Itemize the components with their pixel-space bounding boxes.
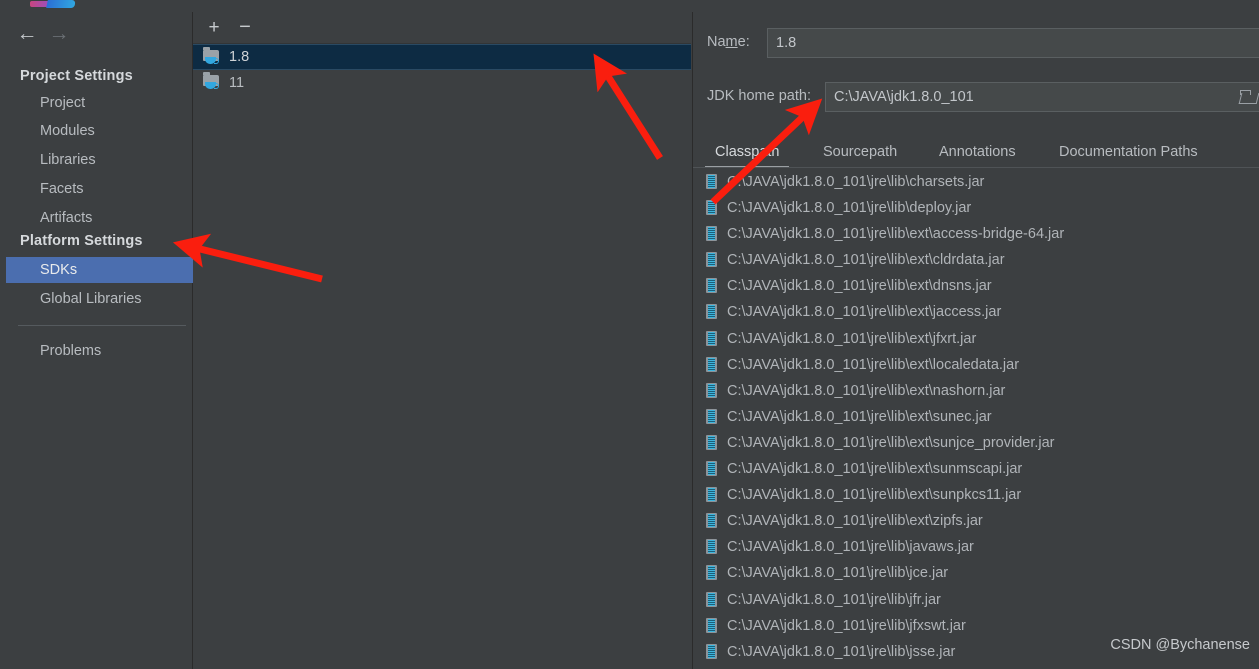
sidebar-item-global-libraries[interactable]: Global Libraries bbox=[6, 286, 192, 312]
list-item[interactable]: C:\JAVA\jdk1.8.0_101\jre\lib\deploy.jar bbox=[693, 195, 1259, 221]
detail-tabs: Classpath Sourcepath Annotations Documen… bbox=[693, 138, 1259, 168]
sidebar-navigation-bar: ← → bbox=[6, 12, 192, 54]
list-item[interactable]: C:\JAVA\jdk1.8.0_101\jre\lib\ext\zipfs.j… bbox=[693, 508, 1259, 534]
sidebar-item-modules[interactable]: Modules bbox=[6, 118, 192, 144]
jar-file-icon bbox=[706, 357, 717, 372]
list-item[interactable]: C:\JAVA\jdk1.8.0_101\jre\lib\jfxswt.jar bbox=[693, 613, 1259, 639]
tab-sourcepath[interactable]: Sourcepath bbox=[823, 138, 897, 168]
sidebar-item-artifacts[interactable]: Artifacts bbox=[6, 205, 192, 231]
back-arrow-icon[interactable]: ← bbox=[14, 24, 40, 46]
sidebar-item-libraries[interactable]: Libraries bbox=[6, 147, 192, 173]
jar-file-icon bbox=[706, 539, 717, 554]
forward-arrow-icon[interactable]: → bbox=[46, 24, 72, 46]
jar-file-icon bbox=[706, 565, 717, 580]
sidebar-group-project-settings: Project Settings bbox=[20, 68, 133, 84]
sidebar-item-project[interactable]: Project bbox=[6, 90, 192, 116]
sidebar-divider bbox=[18, 325, 186, 326]
remove-sdk-button[interactable]: − bbox=[234, 18, 256, 38]
sidebar-item-facets[interactable]: Facets bbox=[6, 176, 192, 202]
jar-file-icon bbox=[706, 513, 717, 528]
tab-annotations[interactable]: Annotations bbox=[939, 138, 1016, 168]
sdk-list-panel: + − 1.8 11 bbox=[193, 12, 691, 669]
jar-file-icon bbox=[706, 409, 717, 424]
jar-file-icon bbox=[706, 618, 717, 633]
jar-file-icon bbox=[706, 331, 717, 346]
list-item[interactable]: C:\JAVA\jdk1.8.0_101\jre\lib\ext\jfxrt.j… bbox=[693, 326, 1259, 352]
sdk-list-item-11[interactable]: 11 bbox=[193, 70, 691, 96]
sdk-detail-panel: Name: 1.8 JDK home path: C:\JAVA\jdk1.8.… bbox=[692, 12, 1259, 669]
list-item[interactable]: C:\JAVA\jdk1.8.0_101\jre\lib\ext\sunpkcs… bbox=[693, 482, 1259, 508]
jar-file-icon bbox=[706, 174, 717, 189]
jar-file-icon bbox=[706, 200, 717, 215]
jar-file-icon bbox=[706, 435, 717, 450]
sidebar-item-problems[interactable]: Problems bbox=[6, 338, 192, 364]
list-item[interactable]: C:\JAVA\jdk1.8.0_101\jre\lib\jce.jar bbox=[693, 560, 1259, 586]
sdk-list-item-label: 1.8 bbox=[229, 49, 249, 65]
jdk-home-path-input[interactable]: C:\JAVA\jdk1.8.0_101 bbox=[825, 82, 1259, 112]
classpath-list[interactable]: C:\JAVA\jdk1.8.0_101\jre\lib\charsets.ja… bbox=[693, 169, 1259, 669]
list-item[interactable]: C:\JAVA\jdk1.8.0_101\jre\lib\ext\cldrdat… bbox=[693, 247, 1259, 273]
jar-file-icon bbox=[706, 383, 717, 398]
jar-file-icon bbox=[706, 487, 717, 502]
sidebar-item-sdks[interactable]: SDKs bbox=[6, 257, 194, 283]
jar-file-icon bbox=[706, 278, 717, 293]
sidebar-group-platform-settings: Platform Settings bbox=[20, 233, 143, 249]
list-item[interactable]: C:\JAVA\jdk1.8.0_101\jre\lib\jfr.jar bbox=[693, 587, 1259, 613]
window-top-strip bbox=[0, 0, 1259, 12]
sdk-list-item-1-8[interactable]: 1.8 bbox=[193, 44, 691, 70]
jar-file-icon bbox=[706, 304, 717, 319]
name-label: Name: bbox=[707, 34, 750, 50]
sdk-list-toolbar: + − bbox=[193, 12, 691, 43]
list-item[interactable]: C:\JAVA\jdk1.8.0_101\jre\lib\ext\access-… bbox=[693, 221, 1259, 247]
jdk-folder-icon bbox=[203, 75, 221, 91]
add-sdk-button[interactable]: + bbox=[203, 18, 225, 38]
sdk-name-input[interactable]: 1.8 bbox=[767, 28, 1259, 58]
intellij-logo-icon bbox=[30, 0, 76, 11]
tab-documentation-paths[interactable]: Documentation Paths bbox=[1059, 138, 1198, 168]
list-item[interactable]: C:\JAVA\jdk1.8.0_101\jre\lib\ext\jaccess… bbox=[693, 299, 1259, 325]
list-item[interactable]: C:\JAVA\jdk1.8.0_101\jre\lib\charsets.ja… bbox=[693, 169, 1259, 195]
list-item[interactable]: C:\JAVA\jdk1.8.0_101\jre\lib\ext\nashorn… bbox=[693, 378, 1259, 404]
settings-sidebar: ← → Project Settings Project Modules Lib… bbox=[6, 12, 193, 669]
jar-file-icon bbox=[706, 461, 717, 476]
list-item[interactable]: C:\JAVA\jdk1.8.0_101\jre\lib\management-… bbox=[693, 665, 1259, 669]
jar-file-icon bbox=[706, 592, 717, 607]
jar-file-icon bbox=[706, 252, 717, 267]
tab-classpath[interactable]: Classpath bbox=[715, 138, 779, 168]
sdk-list: 1.8 11 bbox=[193, 43, 691, 669]
csdn-watermark: CSDN @Bychanense bbox=[1110, 637, 1250, 653]
list-item[interactable]: C:\JAVA\jdk1.8.0_101\jre\lib\ext\sunmsca… bbox=[693, 456, 1259, 482]
jar-file-icon bbox=[706, 644, 717, 659]
list-item[interactable]: C:\JAVA\jdk1.8.0_101\jre\lib\ext\dnsns.j… bbox=[693, 273, 1259, 299]
tabs-bottom-border bbox=[693, 167, 1259, 168]
settings-dialog: ← → Project Settings Project Modules Lib… bbox=[0, 0, 1259, 669]
list-item[interactable]: C:\JAVA\jdk1.8.0_101\jre\lib\ext\sunec.j… bbox=[693, 404, 1259, 430]
jdk-folder-icon bbox=[203, 50, 221, 66]
list-item[interactable]: C:\JAVA\jdk1.8.0_101\jre\lib\ext\localed… bbox=[693, 352, 1259, 378]
jdk-home-path-label: JDK home path: bbox=[707, 88, 811, 104]
folder-open-icon[interactable] bbox=[1240, 89, 1259, 105]
list-item[interactable]: C:\JAVA\jdk1.8.0_101\jre\lib\javaws.jar bbox=[693, 534, 1259, 560]
list-item[interactable]: C:\JAVA\jdk1.8.0_101\jre\lib\ext\sunjce_… bbox=[693, 430, 1259, 456]
jar-file-icon bbox=[706, 226, 717, 241]
sdk-list-item-label: 11 bbox=[229, 75, 244, 91]
